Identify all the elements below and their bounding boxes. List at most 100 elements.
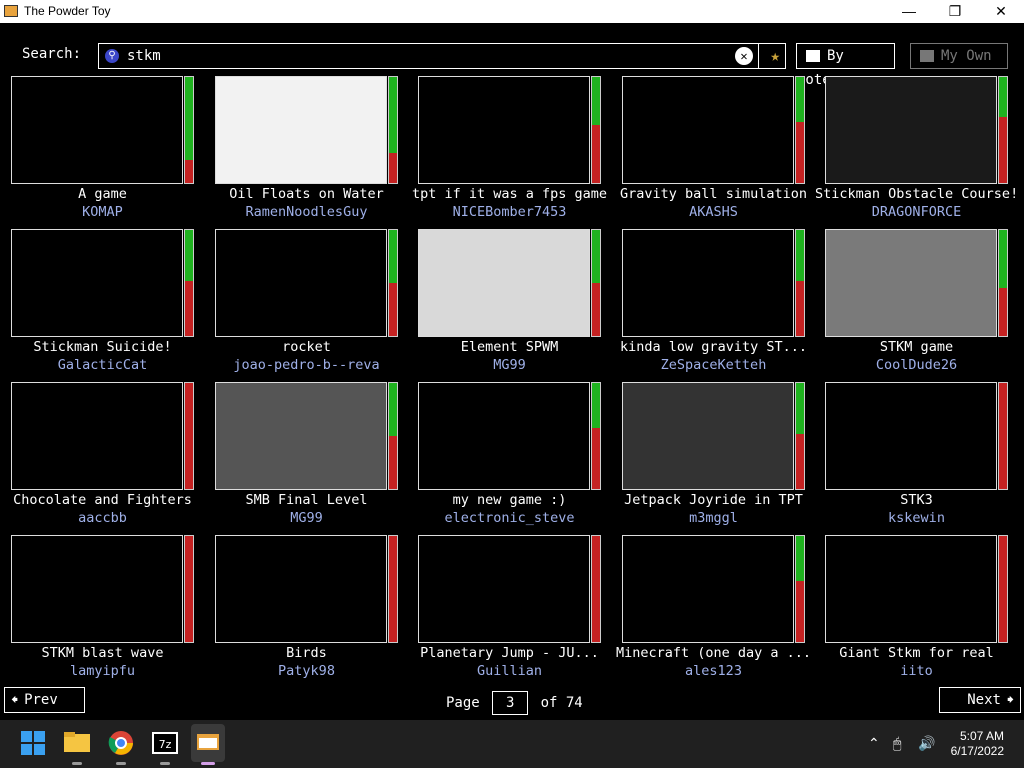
save-author[interactable]: electronic_steve bbox=[408, 510, 611, 526]
search-input[interactable]: ⚲ stkm ✕ ★ bbox=[98, 43, 786, 69]
save-author[interactable]: MG99 bbox=[205, 510, 408, 526]
page-number-input[interactable]: 3 bbox=[492, 691, 529, 715]
save-card[interactable]: Stickman Obstacle Course! DRAGONFORCE bbox=[815, 76, 1018, 226]
save-card[interactable]: STK3 kskewin bbox=[825, 382, 1008, 532]
save-title: Giant Stkm for real bbox=[839, 645, 994, 661]
save-card[interactable]: Giant Stkm for real iito bbox=[825, 535, 1008, 685]
save-author[interactable]: AKASHS bbox=[612, 204, 815, 220]
save-thumbnail[interactable] bbox=[825, 382, 997, 490]
save-thumbnail[interactable] bbox=[622, 76, 794, 184]
7zip-icon[interactable]: 7z bbox=[150, 728, 180, 758]
save-author[interactable]: Guillian bbox=[408, 663, 611, 679]
powder-toy-active-indicator bbox=[201, 762, 215, 765]
save-title: STKM game bbox=[879, 339, 954, 355]
save-card[interactable]: Stickman Suicide! GalacticCat bbox=[11, 229, 194, 379]
save-thumbnail[interactable] bbox=[418, 535, 590, 643]
save-author[interactable]: m3mggl bbox=[612, 510, 815, 526]
windows-start-icon[interactable] bbox=[18, 728, 48, 758]
arrow-right-icon: 🠺 bbox=[1006, 692, 1014, 708]
save-thumbnail[interactable] bbox=[11, 229, 183, 337]
save-author[interactable]: ales123 bbox=[612, 663, 815, 679]
clock[interactable]: 5:07 AM 6/17/2022 bbox=[951, 729, 1004, 759]
volume-icon[interactable]: 🔊 bbox=[918, 735, 935, 752]
close-button[interactable]: ✕ bbox=[978, 0, 1024, 23]
vote-bar bbox=[795, 382, 805, 490]
save-author[interactable]: KOMAP bbox=[1, 204, 204, 220]
save-card[interactable]: Planetary Jump - JU... Guillian bbox=[418, 535, 601, 685]
powder-toy-taskbar-icon[interactable] bbox=[191, 724, 225, 762]
save-thumbnail[interactable] bbox=[215, 535, 387, 643]
show-hidden-icons[interactable]: ⌃ bbox=[868, 735, 880, 752]
save-author[interactable]: DRAGONFORCE bbox=[815, 204, 1018, 220]
save-card[interactable]: STKM game CoolDude26 bbox=[825, 229, 1008, 379]
prev-page-button[interactable]: 🠸 Prev bbox=[4, 687, 85, 713]
save-card[interactable]: Birds Patyk98 bbox=[215, 535, 398, 685]
network-icon[interactable]: 🖱 bbox=[893, 735, 901, 752]
save-thumbnail[interactable] bbox=[11, 535, 183, 643]
save-author[interactable]: RamenNoodlesGuy bbox=[205, 204, 408, 220]
save-title: my new game :) bbox=[452, 492, 567, 508]
save-thumbnail[interactable] bbox=[418, 76, 590, 184]
vote-bar-upvotes bbox=[389, 383, 397, 436]
save-author[interactable]: joao-pedro-b--reva bbox=[205, 357, 408, 373]
save-thumbnail[interactable] bbox=[622, 229, 794, 337]
chrome-icon[interactable] bbox=[106, 728, 136, 758]
clear-search-icon[interactable]: ✕ bbox=[735, 47, 753, 65]
save-title: rocket bbox=[282, 339, 331, 355]
save-card[interactable]: Minecraft (one day a ... ales123 bbox=[616, 535, 811, 685]
save-author[interactable]: kskewin bbox=[815, 510, 1018, 526]
save-thumbnail[interactable] bbox=[418, 382, 590, 490]
save-thumbnail[interactable] bbox=[825, 76, 997, 184]
save-card[interactable]: STKM blast wave lamyipfu bbox=[11, 535, 194, 685]
vote-bar-upvotes bbox=[796, 383, 804, 434]
save-card[interactable]: SMB Final Level MG99 bbox=[215, 382, 398, 532]
clock-time: 5:07 AM bbox=[959, 729, 1004, 743]
save-card[interactable]: A game KOMAP bbox=[11, 76, 194, 226]
folder-icon bbox=[919, 49, 935, 63]
my-own-button[interactable]: My Own bbox=[910, 43, 1008, 69]
save-card[interactable]: Jetpack Joyride in TPT m3mggl bbox=[622, 382, 805, 532]
save-author[interactable]: aaccbb bbox=[1, 510, 204, 526]
save-thumbnail[interactable] bbox=[11, 382, 183, 490]
save-author[interactable]: MG99 bbox=[408, 357, 611, 373]
save-author[interactable]: NICEBomber7453 bbox=[408, 204, 611, 220]
save-title: STK3 bbox=[900, 492, 933, 508]
save-title: Minecraft (one day a ... bbox=[615, 645, 812, 661]
file-explorer-icon[interactable] bbox=[62, 728, 92, 758]
save-card[interactable]: rocket joao-pedro-b--reva bbox=[215, 229, 398, 379]
save-author[interactable]: ZeSpaceKetteh bbox=[612, 357, 815, 373]
save-card[interactable]: tpt if it was a fps game NICEBomber7453 bbox=[412, 76, 607, 226]
vote-bar bbox=[591, 229, 601, 337]
save-author[interactable]: GalacticCat bbox=[1, 357, 204, 373]
vote-bar bbox=[998, 229, 1008, 337]
save-thumbnail[interactable] bbox=[622, 535, 794, 643]
save-thumbnail[interactable] bbox=[11, 76, 183, 184]
save-card[interactable]: kinda low gravity ST... ZeSpaceKetteh bbox=[620, 229, 807, 379]
maximize-button[interactable]: ❐ bbox=[932, 0, 978, 23]
favorite-star-icon[interactable]: ★ bbox=[770, 46, 780, 65]
save-card[interactable]: Oil Floats on Water RamenNoodlesGuy bbox=[215, 76, 398, 226]
save-card[interactable]: my new game :) electronic_steve bbox=[418, 382, 601, 532]
save-thumbnail[interactable] bbox=[825, 229, 997, 337]
save-thumbnail[interactable] bbox=[215, 76, 387, 184]
save-author[interactable]: CoolDude26 bbox=[815, 357, 1018, 373]
save-thumbnail[interactable] bbox=[215, 229, 387, 337]
save-title: STKM blast wave bbox=[41, 645, 164, 661]
sort-by-votes-button[interactable]: By votes bbox=[796, 43, 895, 88]
save-thumbnail[interactable] bbox=[215, 382, 387, 490]
minimize-button[interactable]: — bbox=[886, 0, 932, 23]
window-title: The Powder Toy bbox=[24, 4, 111, 18]
save-author[interactable]: iito bbox=[815, 663, 1018, 679]
next-page-button[interactable]: Next 🠺 bbox=[939, 687, 1021, 713]
svg-text:7z: 7z bbox=[159, 738, 172, 751]
save-author[interactable]: Patyk98 bbox=[205, 663, 408, 679]
save-thumbnail[interactable] bbox=[825, 535, 997, 643]
save-author[interactable]: lamyipfu bbox=[1, 663, 204, 679]
save-card[interactable]: Chocolate and Fighters aaccbb bbox=[11, 382, 194, 532]
save-card[interactable]: Element SPWM MG99 bbox=[418, 229, 601, 379]
save-thumbnail[interactable] bbox=[418, 229, 590, 337]
save-thumbnail[interactable] bbox=[622, 382, 794, 490]
save-title: Gravity ball simulation bbox=[620, 186, 807, 202]
page-label: Page bbox=[446, 695, 480, 711]
save-card[interactable]: Gravity ball simulation AKASHS bbox=[620, 76, 807, 226]
